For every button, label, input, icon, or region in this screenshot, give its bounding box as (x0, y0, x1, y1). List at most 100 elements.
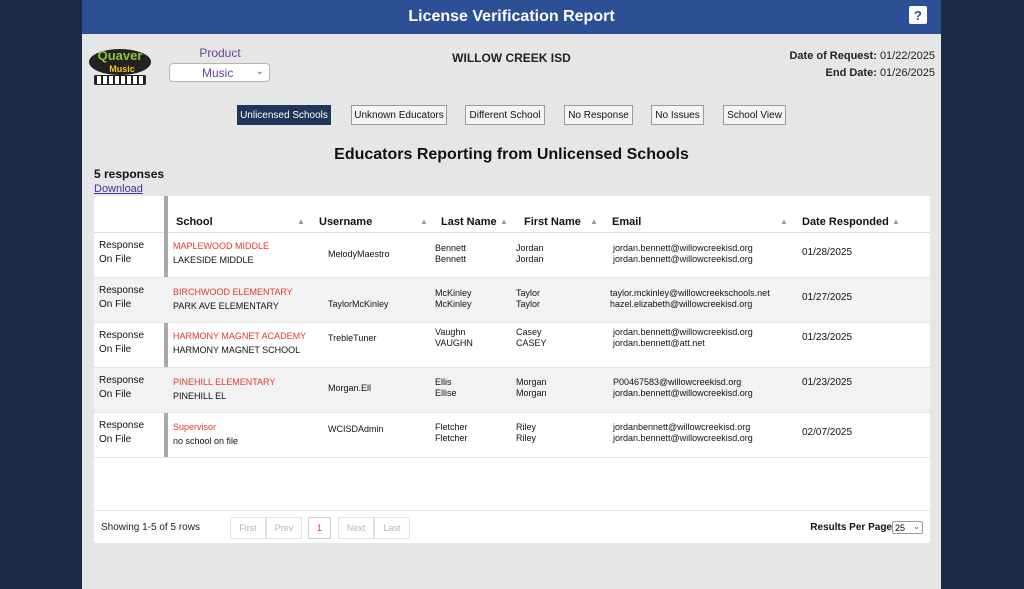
sort-icon[interactable]: ▲ (780, 217, 788, 226)
results-per-page-select[interactable]: 25 ⌄ (892, 521, 923, 534)
first-name: Taylor (516, 288, 541, 298)
next-page-button[interactable]: Next (338, 517, 374, 539)
email: hazel.elizabeth@willowcreekisd.org (610, 299, 753, 309)
reported-school: BIRCHWOOD ELEMENTARY (173, 287, 293, 297)
page-1-button[interactable]: 1 (308, 517, 331, 539)
prev-page-button[interactable]: Prev (266, 517, 302, 539)
filter-different-school[interactable]: Different School (465, 105, 545, 125)
table-header: School ▲ Username ▲ Last Name ▲ First Na… (94, 196, 930, 233)
sort-icon[interactable]: ▲ (297, 217, 305, 226)
responses-count: 5 responses (94, 167, 165, 181)
email: jordan.bennett@willowcreekisd.org (613, 388, 753, 398)
username-cell: MelodyMaestro (328, 249, 390, 259)
first-name: Taylor (516, 299, 541, 309)
help-button[interactable]: ? (909, 6, 927, 24)
pagination-bar: Showing 1-5 of 5 rows First Prev 1 Next … (94, 510, 930, 543)
date-responded: 01/28/2025 (802, 247, 853, 258)
end-date-value: 01/26/2025 (879, 67, 935, 79)
username-cell: TrebleTuner (328, 333, 377, 343)
table-row[interactable]: Response On File BIRCHWOOD ELEMENTARY PARK… (94, 278, 930, 323)
status-line: On File (99, 254, 132, 265)
last-name: McKinley (435, 288, 472, 298)
status-line: On File (99, 389, 132, 400)
header-bar: License Verification Report ? (82, 0, 941, 34)
email: jordanbennett@willowcreekisd.org (613, 422, 751, 432)
table-row[interactable]: Response On File HARMONY MAGNET ACADEMY HA… (94, 323, 930, 368)
status-line: On File (99, 344, 132, 355)
status-line: On File (99, 299, 132, 310)
first-name: Morgan (516, 388, 547, 398)
status-line: Response (99, 375, 145, 386)
column-header-first-name[interactable]: First Name (524, 216, 581, 228)
first-name: CASEY (516, 338, 547, 348)
filter-school-view[interactable]: School View (723, 105, 786, 125)
column-header-last-name[interactable]: Last Name (441, 216, 497, 228)
last-name: Ellis (435, 377, 452, 387)
chevron-down-icon: ⌄ (913, 522, 920, 531)
status-line: Response (99, 285, 145, 296)
sort-icon[interactable]: ▲ (892, 217, 900, 226)
status-line: Response (99, 420, 145, 431)
page-title: License Verification Report (408, 8, 615, 25)
results-per-page-label: Results Per Page (810, 522, 892, 533)
request-date-label: Date of Request: (789, 50, 877, 62)
first-name: Morgan (516, 377, 547, 387)
username-cell: TaylorMcKinley (328, 299, 389, 309)
results-per-page-value: 25 (895, 522, 906, 533)
table-row[interactable]: Response On File Supervisor no school on f… (94, 413, 930, 458)
report-panel: License Verification Report ? Quaver Mus… (82, 0, 941, 589)
date-responded: 01/23/2025 (802, 377, 853, 388)
status-line: On File (99, 434, 132, 445)
last-name: VAUGHN (435, 338, 473, 348)
record-school: no school on file (173, 436, 239, 446)
filter-no-issues[interactable]: No Issues (651, 105, 704, 125)
column-header-username[interactable]: Username (319, 216, 372, 228)
status-line: Response (99, 330, 145, 341)
username-cell: WCISDAdmin (328, 424, 384, 434)
email: jordan.bennett@willowcreekisd.org (613, 327, 753, 337)
sort-icon[interactable]: ▲ (590, 217, 598, 226)
first-name: Riley (516, 433, 537, 443)
email: taylor.mckinley@willowcreekschools.net (610, 288, 770, 298)
filter-no-response[interactable]: No Response (564, 105, 633, 125)
first-name: Jordan (516, 243, 544, 253)
record-school: LAKESIDE MIDDLE (173, 255, 254, 265)
first-name: Casey (516, 327, 542, 337)
request-date-value: 01/22/2025 (879, 50, 935, 62)
reported-school: MAPLEWOOD MIDDLE (173, 241, 270, 251)
chevron-down-icon: ⌄ (255, 66, 264, 77)
reported-school: PINEHILL ELEMENTARY (173, 377, 276, 387)
rows-summary: Showing 1-5 of 5 rows (101, 522, 200, 533)
record-school: HARMONY MAGNET SCHOOL (173, 345, 301, 355)
column-header-email[interactable]: Email (612, 216, 641, 228)
last-name: Bennett (435, 243, 467, 253)
username-cell: Morgan.Ell (328, 383, 372, 393)
status-line: Response (99, 240, 145, 251)
email: jordan.bennett@willowcreekisd.org (613, 254, 753, 264)
email: jordan.bennett@att.net (613, 338, 705, 348)
last-name: Fletcher (435, 433, 468, 443)
column-header-date-responded[interactable]: Date Responded (802, 216, 889, 228)
first-name: Riley (516, 422, 537, 432)
record-school: PARK AVE ELEMENTARY (173, 301, 279, 311)
table-row[interactable]: Response On File MAPLEWOOD MIDDLE LAKESIDE… (94, 233, 930, 278)
last-name: Bennett (435, 254, 467, 264)
table-row[interactable]: Response On File PINEHILL ELEMENTARY PINEH… (94, 368, 930, 413)
filter-unlicensed-schools[interactable]: Unlicensed Schools (237, 105, 331, 125)
product-select[interactable]: Music ⌄ (169, 63, 270, 82)
filter-unknown-educators[interactable]: Unknown Educators (351, 105, 447, 125)
email: P00467583@willowcreekisd.org (613, 377, 742, 387)
product-selected-value: Music (202, 65, 234, 80)
reported-school: Supervisor (173, 422, 217, 432)
last-name: Ellise (435, 388, 457, 398)
download-link[interactable]: Download (94, 183, 143, 195)
sort-icon[interactable]: ▲ (500, 217, 508, 226)
column-header-school[interactable]: School (176, 216, 213, 228)
last-page-button[interactable]: Last (374, 517, 410, 539)
date-responded: 01/27/2025 (802, 292, 853, 303)
first-page-button[interactable]: First (230, 517, 266, 539)
last-name: McKinley (435, 299, 472, 309)
results-table: School ▲ Username ▲ Last Name ▲ First Na… (94, 196, 930, 543)
sort-icon[interactable]: ▲ (420, 217, 428, 226)
last-name: Vaughn (435, 327, 466, 337)
